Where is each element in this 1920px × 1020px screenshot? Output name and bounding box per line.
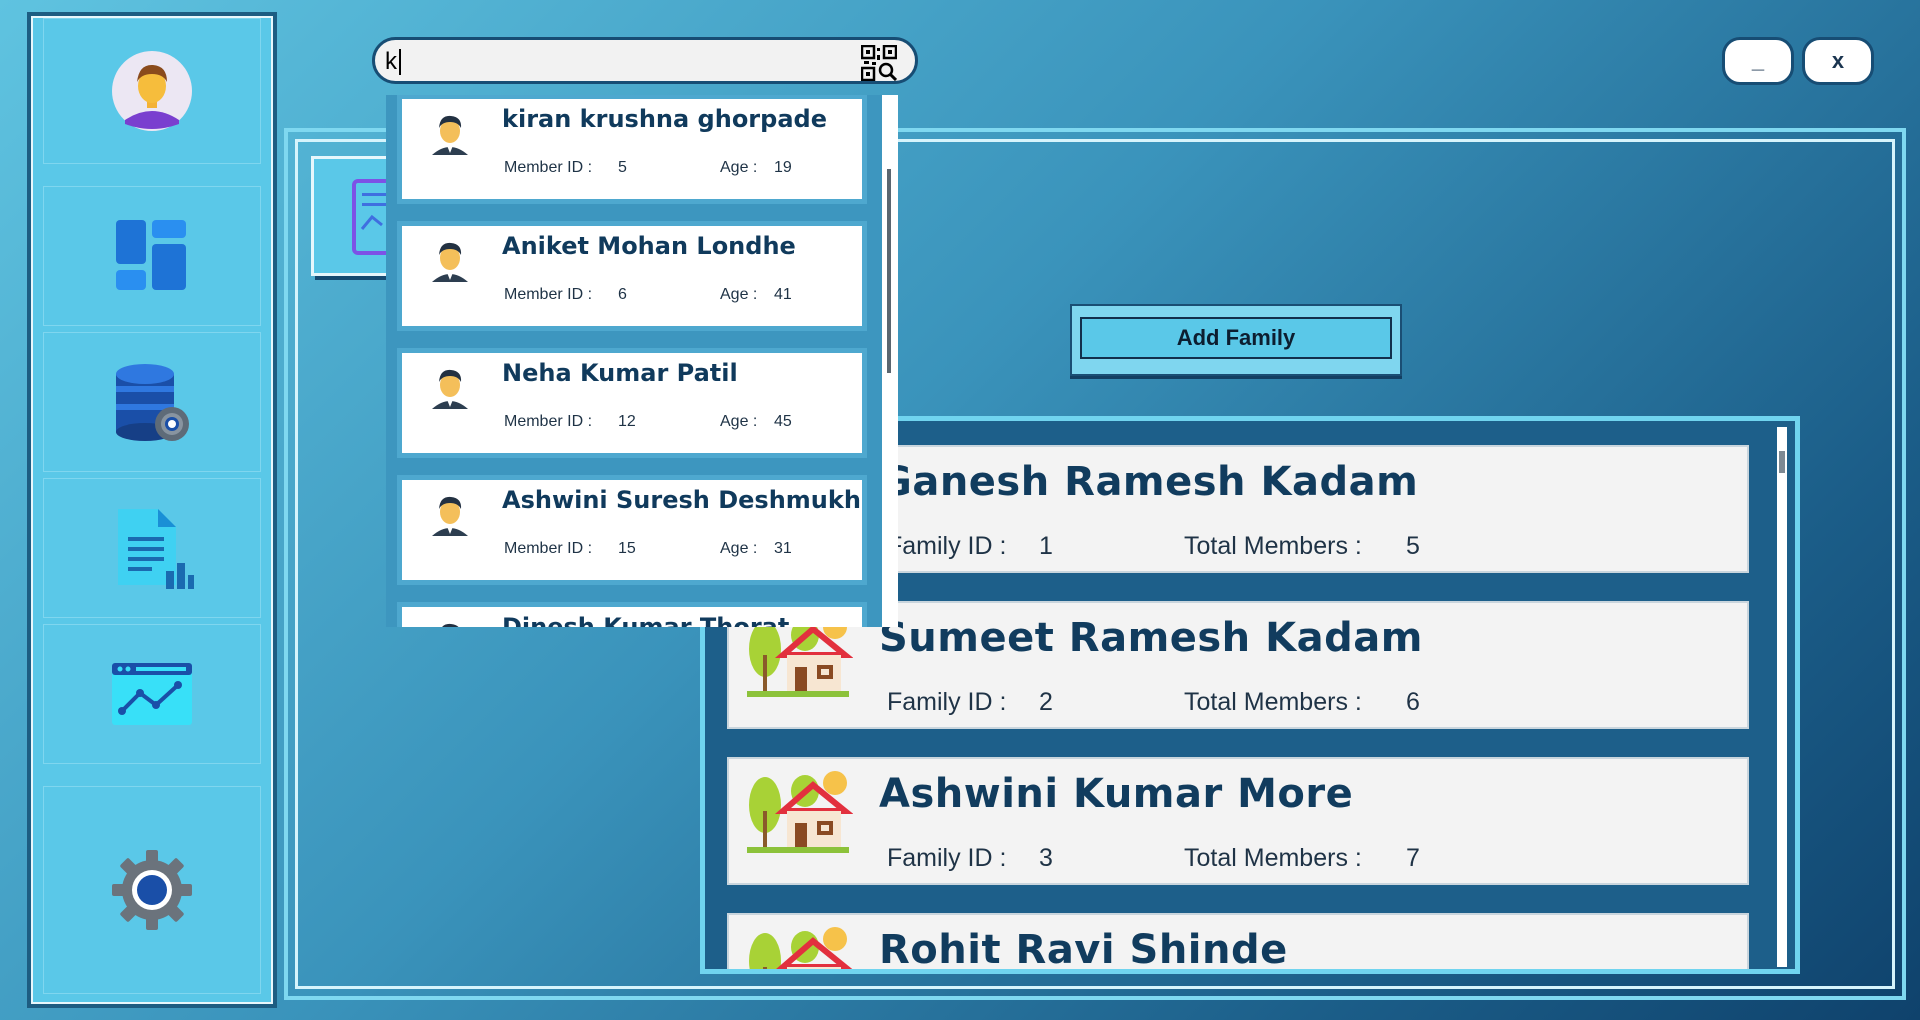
qr-scan-icon[interactable] (861, 45, 897, 81)
add-family-button[interactable]: Add Family (1080, 317, 1392, 359)
age-value: 19 (774, 159, 792, 176)
database-gear-icon (116, 364, 189, 441)
total-members-label: Total Members : (1184, 532, 1362, 560)
family-id-label: Family ID : (887, 532, 1007, 560)
family-id-value: 1 (1039, 532, 1053, 560)
sidebar-item-settings[interactable] (43, 786, 261, 994)
age-value: 41 (774, 286, 792, 303)
person-icon (428, 238, 472, 288)
member-id-label: Member ID : (504, 159, 593, 176)
member-id-value: 6 (618, 286, 627, 303)
minimize-button[interactable]: _ (1722, 37, 1794, 85)
member-id-label: Member ID : (504, 286, 593, 303)
family-card[interactable]: Rohit Ravi Shinde (727, 913, 1749, 973)
sidebar-item-profile[interactable] (43, 18, 261, 164)
member-suggestion[interactable]: Ashwini Suresh Deshmukh Member ID : 15 A… (402, 480, 862, 580)
family-name: Sumeet Ramesh Kadam (879, 615, 1423, 661)
house-icon (743, 771, 854, 859)
member-name: kiran krushna ghorpade (502, 105, 827, 133)
age-label: Age : (720, 540, 758, 557)
total-members-value: 5 (1406, 532, 1420, 560)
suggestions-scroll-thumb[interactable] (887, 169, 891, 373)
member-name: Dinesh Kumar Thorat (502, 613, 790, 627)
family-card[interactable]: Ashwini Kumar More Family ID : 3 Total M… (727, 757, 1749, 885)
person-icon (428, 619, 472, 627)
analytics-chart-icon (112, 663, 192, 725)
family-id-label: Family ID : (887, 688, 1007, 716)
family-id-value: 2 (1039, 688, 1053, 716)
member-name: Ashwini Suresh Deshmukh (502, 486, 861, 514)
sidebar-item-report[interactable] (43, 478, 261, 618)
member-suggestion[interactable]: Neha Kumar Patil Member ID : 12 Age : 45 (402, 353, 862, 453)
member-suggestion[interactable]: Aniket Mohan Londhe Member ID : 6 Age : … (402, 226, 862, 326)
family-list-scroll-thumb[interactable] (1779, 451, 1785, 473)
member-id-value: 5 (618, 159, 627, 176)
user-avatar-icon (112, 51, 192, 131)
family-list-scrollbar[interactable] (1777, 427, 1787, 967)
total-members-label: Total Members : (1184, 688, 1362, 716)
total-members-value: 7 (1406, 844, 1420, 872)
family-id-label: Family ID : (887, 844, 1007, 872)
house-icon (743, 927, 853, 969)
person-icon (428, 111, 472, 161)
search-suggestions: kiran krushna ghorpade Member ID : 5 Age… (386, 95, 898, 627)
dashboard-icon (116, 220, 186, 290)
person-icon (428, 365, 472, 415)
gear-icon (112, 850, 192, 930)
age-label: Age : (720, 413, 758, 430)
member-suggestion[interactable]: kiran krushna ghorpade Member ID : 5 Age… (402, 99, 862, 199)
age-label: Age : (720, 159, 758, 176)
report-document-icon (118, 509, 194, 589)
member-id-label: Member ID : (504, 413, 593, 430)
add-family-container: Add Family (1070, 304, 1402, 376)
suggestions-scrollbar[interactable] (882, 95, 898, 627)
family-name: Ganesh Ramesh Kadam (879, 459, 1419, 505)
text-cursor (399, 49, 401, 75)
age-value: 45 (774, 413, 792, 430)
age-value: 31 (774, 540, 792, 557)
total-members-value: 6 (1406, 688, 1420, 716)
member-id-label: Member ID : (504, 540, 593, 557)
house-icon (743, 615, 854, 703)
member-id-value: 15 (618, 540, 636, 557)
sidebar-item-analytics[interactable] (43, 624, 261, 764)
sidebar (31, 16, 273, 1004)
sidebar-item-database-settings[interactable] (43, 332, 261, 472)
search-input[interactable]: k (372, 37, 918, 84)
person-icon (428, 492, 472, 542)
search-value: k (385, 48, 397, 75)
total-members-label: Total Members : (1184, 844, 1362, 872)
member-id-value: 12 (618, 413, 636, 430)
close-button[interactable]: x (1802, 37, 1874, 85)
sidebar-item-dashboard[interactable] (43, 186, 261, 326)
family-id-value: 3 (1039, 844, 1053, 872)
age-label: Age : (720, 286, 758, 303)
member-name: Neha Kumar Patil (502, 359, 738, 387)
family-name: Rohit Ravi Shinde (879, 927, 1288, 973)
member-name: Aniket Mohan Londhe (502, 232, 796, 260)
member-suggestion[interactable]: Dinesh Kumar Thorat (402, 607, 862, 627)
family-name: Ashwini Kumar More (879, 771, 1354, 817)
